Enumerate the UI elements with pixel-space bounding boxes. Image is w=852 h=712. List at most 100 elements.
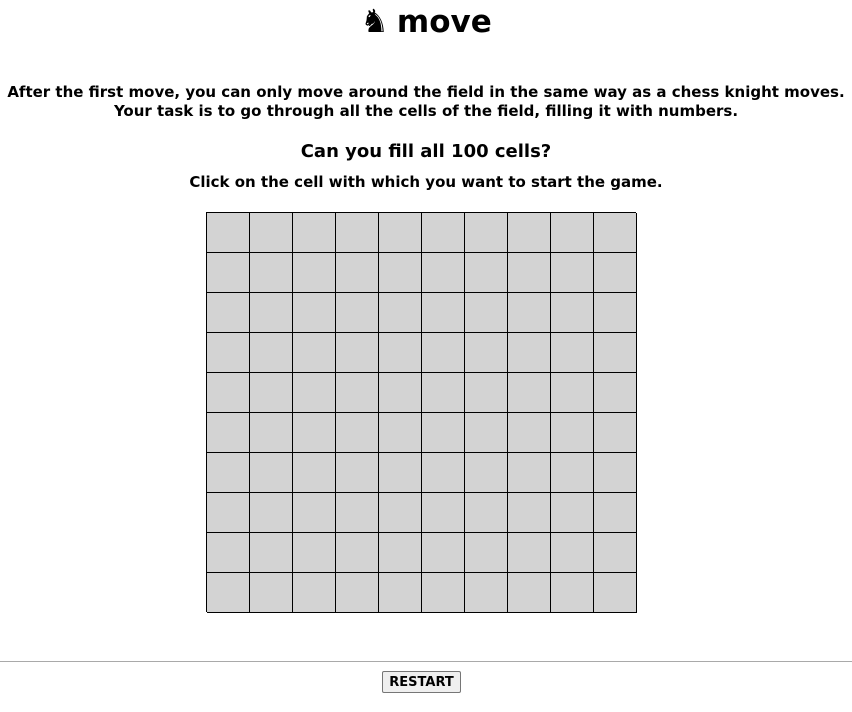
board-cell[interactable]: [293, 533, 336, 573]
board-cell[interactable]: [551, 413, 594, 453]
board-cell[interactable]: [422, 573, 465, 613]
board-cell[interactable]: [336, 293, 379, 333]
restart-button[interactable]: RESTART: [382, 671, 461, 693]
board-cell[interactable]: [422, 493, 465, 533]
board-cell[interactable]: [422, 253, 465, 293]
board-cell[interactable]: [465, 293, 508, 333]
board-cell[interactable]: [207, 533, 250, 573]
board-cell[interactable]: [422, 453, 465, 493]
board-cell[interactable]: [551, 333, 594, 373]
board-cell[interactable]: [336, 533, 379, 573]
board-cell[interactable]: [508, 293, 551, 333]
board-cell[interactable]: [551, 253, 594, 293]
board-cell[interactable]: [508, 253, 551, 293]
board-cell[interactable]: [250, 493, 293, 533]
board-cell[interactable]: [594, 333, 637, 373]
board-cell[interactable]: [250, 333, 293, 373]
board-cell[interactable]: [465, 453, 508, 493]
board-cell[interactable]: [422, 333, 465, 373]
board-cell[interactable]: [250, 373, 293, 413]
board-cell[interactable]: [293, 573, 336, 613]
board-cell[interactable]: [379, 533, 422, 573]
board-cell[interactable]: [293, 333, 336, 373]
board-cell[interactable]: [379, 293, 422, 333]
board-cell[interactable]: [250, 253, 293, 293]
board-cell[interactable]: [207, 213, 250, 253]
board-cell[interactable]: [551, 293, 594, 333]
board-cell[interactable]: [379, 333, 422, 373]
board-cell[interactable]: [379, 453, 422, 493]
board-cell[interactable]: [336, 413, 379, 453]
board-cell[interactable]: [594, 453, 637, 493]
board-cell[interactable]: [551, 213, 594, 253]
board-cell[interactable]: [594, 373, 637, 413]
board-cell[interactable]: [293, 453, 336, 493]
board-cell[interactable]: [293, 293, 336, 333]
board-cell[interactable]: [250, 453, 293, 493]
board-cell[interactable]: [207, 253, 250, 293]
board-cell[interactable]: [594, 293, 637, 333]
board-cell[interactable]: [250, 573, 293, 613]
board-cell[interactable]: [379, 573, 422, 613]
board-cell[interactable]: [508, 493, 551, 533]
board-cell[interactable]: [465, 213, 508, 253]
board-cell[interactable]: [336, 573, 379, 613]
board-cell[interactable]: [379, 413, 422, 453]
board-cell[interactable]: [594, 253, 637, 293]
board-cell[interactable]: [379, 213, 422, 253]
board-cell[interactable]: [250, 533, 293, 573]
board-cell[interactable]: [422, 293, 465, 333]
board-cell[interactable]: [293, 213, 336, 253]
board-cell[interactable]: [465, 493, 508, 533]
board-cell[interactable]: [207, 333, 250, 373]
board-cell[interactable]: [207, 573, 250, 613]
board-cell[interactable]: [508, 533, 551, 573]
board-cell[interactable]: [207, 373, 250, 413]
board-cell[interactable]: [250, 413, 293, 453]
board-cell[interactable]: [250, 213, 293, 253]
board-cell[interactable]: [551, 573, 594, 613]
board-cell[interactable]: [465, 573, 508, 613]
board-cell[interactable]: [594, 533, 637, 573]
board-cell[interactable]: [293, 373, 336, 413]
board-cell[interactable]: [508, 213, 551, 253]
board-cell[interactable]: [379, 493, 422, 533]
board-cell[interactable]: [293, 493, 336, 533]
board-cell[interactable]: [465, 533, 508, 573]
board-cell[interactable]: [422, 213, 465, 253]
board-cell[interactable]: [207, 413, 250, 453]
board-cell[interactable]: [422, 413, 465, 453]
board-cell[interactable]: [551, 373, 594, 413]
board-cell[interactable]: [594, 493, 637, 533]
board-cell[interactable]: [336, 373, 379, 413]
board-cell[interactable]: [508, 373, 551, 413]
board-cell[interactable]: [207, 293, 250, 333]
board-cell[interactable]: [508, 453, 551, 493]
board-cell[interactable]: [422, 373, 465, 413]
board-cell[interactable]: [379, 253, 422, 293]
board-cell[interactable]: [336, 333, 379, 373]
board-cell[interactable]: [336, 213, 379, 253]
board-cell[interactable]: [551, 493, 594, 533]
board-cell[interactable]: [508, 573, 551, 613]
board-cell[interactable]: [336, 253, 379, 293]
board-cell[interactable]: [336, 453, 379, 493]
board-cell[interactable]: [594, 413, 637, 453]
board-cell[interactable]: [594, 213, 637, 253]
board-cell[interactable]: [508, 413, 551, 453]
board-cell[interactable]: [551, 533, 594, 573]
board-cell[interactable]: [508, 333, 551, 373]
board-cell[interactable]: [207, 453, 250, 493]
board-cell[interactable]: [465, 373, 508, 413]
board-cell[interactable]: [551, 453, 594, 493]
board-cell[interactable]: [293, 253, 336, 293]
board-cell[interactable]: [465, 253, 508, 293]
board-cell[interactable]: [379, 373, 422, 413]
board-cell[interactable]: [207, 493, 250, 533]
board-cell[interactable]: [465, 413, 508, 453]
board-cell[interactable]: [250, 293, 293, 333]
board-cell[interactable]: [594, 573, 637, 613]
board-cell[interactable]: [336, 493, 379, 533]
board-cell[interactable]: [422, 533, 465, 573]
board-cell[interactable]: [293, 413, 336, 453]
